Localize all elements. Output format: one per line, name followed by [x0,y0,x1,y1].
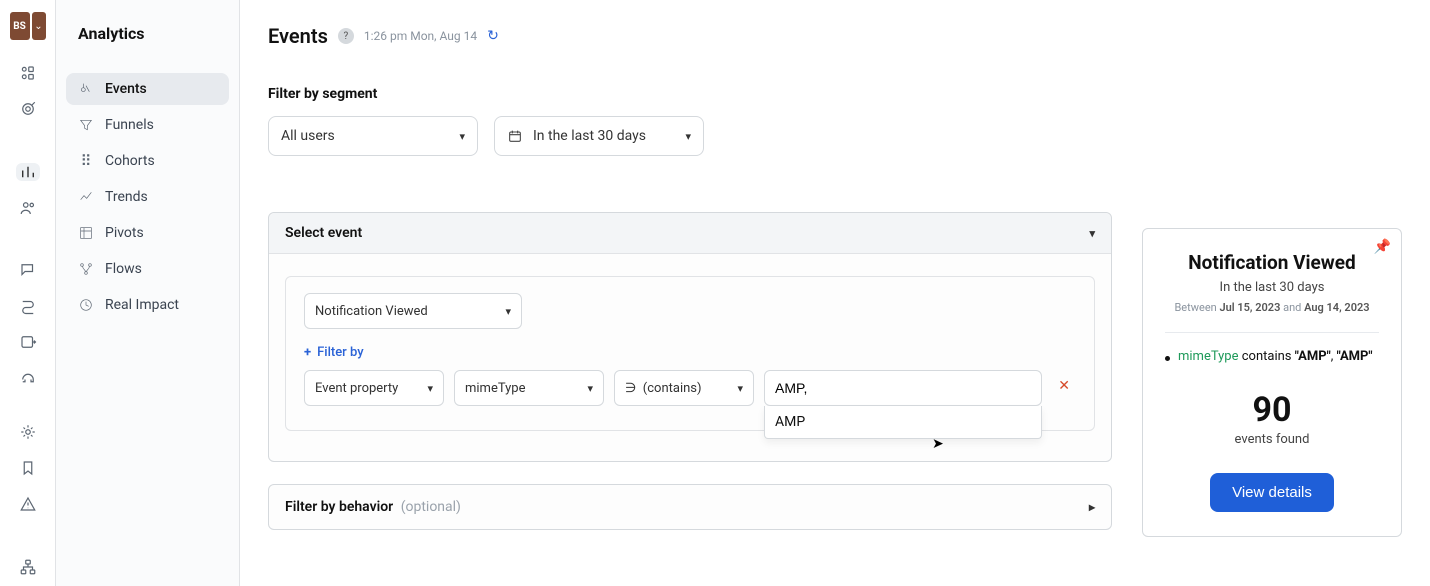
chevron-down-icon: ▾ [737,382,743,395]
people-icon[interactable] [16,199,40,217]
filter-behavior-panel[interactable]: Filter by behavior (optional) ▸ [268,484,1112,530]
operator-label: (contains) [643,381,702,396]
summary-card: 📌 Notification Viewed In the last 30 day… [1142,228,1402,537]
remove-filter-icon[interactable]: ✕ [1052,370,1076,402]
filter-condition-row: Event property ▾ mimeType ▾ ∋ (contains) [304,370,1076,406]
sidebar-item-trends[interactable]: Trends [66,181,229,213]
sidebar-item-funnels[interactable]: Funnels [66,109,229,141]
plus-icon: + [304,345,311,360]
daterange-value: In the last 30 days [533,128,646,144]
autocomplete-suggestion[interactable]: AMP [764,406,1042,439]
summary-condition: mimeType contains "AMP", "AMP" [1165,349,1379,364]
event-name-dropdown[interactable]: Notification Viewed ▾ [304,293,522,329]
filter-by-label: Filter by [317,345,364,360]
segments-icon[interactable] [16,64,40,82]
summary-title: Notification Viewed [1165,251,1379,274]
summary-column: 📌 Notification Viewed In the last 30 day… [1142,24,1402,562]
analytics-icon[interactable] [16,163,40,181]
event-name-value: Notification Viewed [315,304,428,319]
select-event-panel: Select event ▾ Notification Viewed ▾ + F… [268,212,1112,462]
operator-dropdown[interactable]: ∋ (contains) ▾ [614,370,754,406]
select-event-title: Select event [285,225,362,241]
daterange-dropdown[interactable]: In the last 30 days ▾ [494,116,704,156]
settings-icon[interactable] [16,423,40,441]
sidebar-item-label: Cohorts [105,153,155,169]
property-type-value: Event property [315,381,398,396]
alert-icon[interactable] [16,495,40,513]
pin-icon[interactable]: 📌 [1374,239,1391,255]
users-dropdown-value: All users [281,128,335,144]
target-icon[interactable] [16,100,40,118]
content-column: Events ? 1:26 pm Mon, Aug 14 ↻ Filter by… [268,24,1112,562]
summary-property: mimeType [1178,349,1239,364]
sitemap-icon[interactable] [16,558,40,576]
summary-count-label: events found [1165,432,1379,447]
path-icon[interactable] [16,297,40,315]
sidebar-item-events[interactable]: Events [66,73,229,105]
sidebar-item-cohorts[interactable]: ⠿ Cohorts [66,145,229,177]
main: Events ? 1:26 pm Mon, Aug 14 ↻ Filter by… [240,0,1430,586]
users-dropdown[interactable]: All users ▾ [268,116,478,156]
summary-count: 90 [1165,390,1379,430]
sidebar-item-label: Flows [105,261,142,277]
sidebar-item-real-impact[interactable]: Real Impact [66,289,229,321]
sidebar: Analytics Events Funnels ⠿ Cohorts Trend… [56,0,240,586]
export-icon[interactable] [16,333,40,351]
add-filter-button[interactable]: + Filter by [304,345,1076,360]
event-config-card: Notification Viewed ▾ + Filter by Event … [285,276,1095,431]
chevron-right-icon: ▸ [1089,500,1095,514]
sidebar-item-label: Real Impact [105,297,179,313]
refresh-icon[interactable]: ↻ [487,28,499,44]
chevron-down-icon: ▾ [685,130,691,143]
sidebar-item-pivots[interactable]: Pivots [66,217,229,249]
last-updated: 1:26 pm Mon, Aug 14 [364,29,477,43]
support-icon[interactable] [16,369,40,387]
page-title: Events [268,24,328,48]
bullet-icon [1165,356,1170,361]
chevron-down-icon: ▾ [587,382,593,395]
workspace-switcher[interactable]: BS ⌄ [10,12,46,40]
property-name-value: mimeType [465,381,526,396]
property-type-dropdown[interactable]: Event property ▾ [304,370,444,406]
sidebar-item-label: Funnels [105,117,154,133]
bookmark-icon[interactable] [16,459,40,477]
behavior-optional: (optional) [401,499,461,515]
sidebar-item-label: Pivots [105,225,144,241]
sidebar-title: Analytics [78,24,229,43]
grid-icon: ⠿ [78,153,94,169]
operator-symbol: ∋ [625,380,636,395]
help-icon[interactable]: ? [338,28,354,44]
behavior-label: Filter by behavior [285,499,393,515]
filter-value-input[interactable] [764,370,1042,406]
messages-icon[interactable] [16,261,40,279]
filter-segment-label: Filter by segment [268,86,1112,102]
page-header: Events ? 1:26 pm Mon, Aug 14 ↻ [268,24,1112,48]
sidebar-item-label: Trends [105,189,148,205]
property-name-dropdown[interactable]: mimeType ▾ [454,370,604,406]
chevron-down-icon: ▾ [1089,227,1095,240]
summary-subtitle: In the last 30 days [1165,280,1379,295]
select-event-header[interactable]: Select event ▾ [269,213,1111,254]
sidebar-item-flows[interactable]: Flows [66,253,229,285]
segment-controls: All users ▾ In the last 30 days ▾ [268,116,1112,156]
summary-daterange: Between Jul 15, 2023 and Aug 14, 2023 [1165,301,1379,314]
chevron-down-icon: ▾ [505,305,511,318]
calendar-icon [507,128,523,144]
view-details-button[interactable]: View details [1210,473,1334,512]
chevron-down-icon: ▾ [427,382,433,395]
chevron-down-icon: ▾ [459,130,465,143]
workspace-initials: BS [10,12,30,40]
sidebar-item-label: Events [105,81,147,97]
chevron-down-icon: ⌄ [32,12,46,40]
icon-rail: BS ⌄ [0,0,56,586]
